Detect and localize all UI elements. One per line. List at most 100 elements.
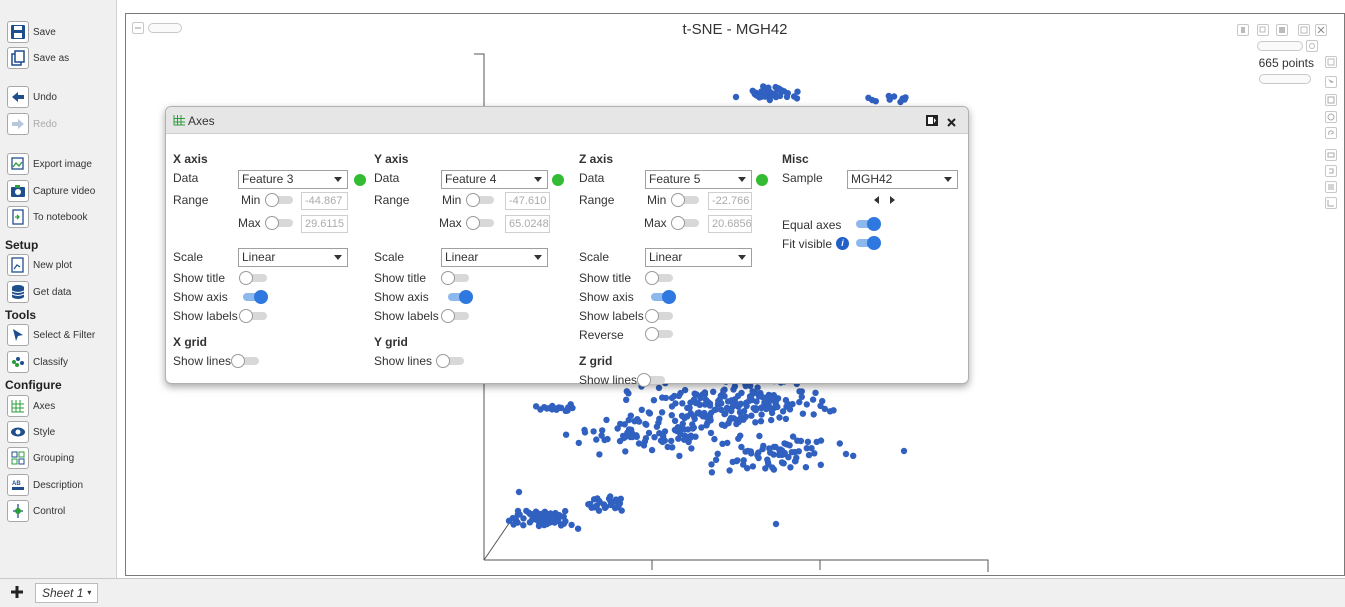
lasso-select-icon[interactable] — [1325, 127, 1337, 139]
data-point[interactable] — [802, 464, 810, 471]
data-point[interactable] — [730, 386, 737, 393]
data-point[interactable] — [659, 394, 666, 401]
data-point[interactable] — [772, 520, 780, 528]
x-min-toggle[interactable] — [265, 193, 295, 207]
data-point[interactable] — [664, 443, 671, 451]
data-point[interactable] — [748, 412, 755, 419]
axis-view-icon[interactable] — [1325, 197, 1337, 209]
equal-axes-toggle[interactable] — [852, 217, 882, 231]
data-point[interactable] — [808, 445, 815, 452]
data-point[interactable] — [781, 440, 788, 447]
data-point[interactable] — [603, 416, 610, 424]
data-point[interactable] — [557, 404, 564, 411]
axes-button[interactable]: Axes — [7, 395, 55, 417]
data-point[interactable] — [699, 413, 707, 420]
data-point[interactable] — [646, 410, 653, 417]
fit-visible-toggle[interactable] — [852, 236, 882, 250]
rectangle-select-icon[interactable] — [1325, 94, 1337, 106]
to-notebook-button[interactable]: To notebook — [7, 206, 88, 228]
data-point[interactable] — [776, 414, 783, 421]
data-point[interactable] — [791, 448, 799, 456]
data-point[interactable] — [747, 448, 754, 455]
data-point[interactable] — [762, 465, 769, 472]
reset-view-icon[interactable] — [1325, 165, 1337, 177]
z-data-select[interactable]: Feature 5 — [645, 170, 752, 189]
data-point[interactable] — [622, 448, 629, 455]
get-data-button[interactable]: Get data — [7, 281, 71, 303]
data-point[interactable] — [668, 403, 676, 410]
data-point[interactable] — [653, 423, 661, 430]
z-max-input[interactable]: 20.6856 — [708, 215, 752, 233]
data-point[interactable] — [585, 501, 592, 508]
data-point[interactable] — [737, 400, 744, 407]
data-point[interactable] — [698, 424, 705, 431]
data-point[interactable] — [885, 92, 892, 100]
capture-video-button[interactable]: Capture video — [7, 180, 95, 202]
data-point[interactable] — [677, 431, 684, 438]
data-point[interactable] — [706, 414, 714, 421]
dock-panel-icon[interactable] — [926, 115, 938, 129]
data-point[interactable] — [752, 419, 759, 426]
data-point[interactable] — [791, 458, 799, 465]
data-point[interactable] — [726, 467, 733, 474]
data-point[interactable] — [562, 507, 569, 515]
data-point[interactable] — [766, 445, 773, 452]
z-show-title-toggle[interactable] — [645, 271, 675, 285]
new-plot-button[interactable]: New plot — [7, 254, 72, 276]
data-point[interactable] — [645, 429, 653, 437]
data-point[interactable] — [549, 402, 556, 410]
data-point[interactable] — [721, 410, 728, 418]
data-point[interactable] — [742, 413, 749, 420]
data-point[interactable] — [687, 432, 695, 439]
data-point[interactable] — [710, 388, 717, 395]
data-point[interactable] — [625, 390, 632, 397]
view-icon[interactable] — [1325, 149, 1337, 161]
data-point[interactable] — [778, 459, 786, 466]
data-point[interactable] — [770, 392, 777, 399]
x-max-input[interactable]: 29.6115 — [301, 215, 348, 233]
add-sheet-button[interactable] — [10, 583, 24, 603]
data-point[interactable] — [785, 454, 792, 461]
data-point[interactable] — [617, 420, 624, 428]
x-data-select[interactable]: Feature 3 — [238, 170, 348, 189]
data-point[interactable] — [794, 437, 801, 444]
x-scale-select[interactable]: Linear — [238, 248, 348, 267]
data-point[interactable] — [872, 98, 879, 105]
data-point[interactable] — [687, 399, 694, 406]
data-point[interactable] — [749, 463, 757, 470]
data-point[interactable] — [560, 520, 568, 527]
data-point[interactable] — [850, 452, 857, 459]
y-max-toggle[interactable] — [466, 216, 496, 230]
data-point[interactable] — [761, 399, 768, 406]
sample-select[interactable]: MGH42 — [847, 170, 958, 189]
style-button[interactable]: Style — [7, 421, 55, 443]
data-point[interactable] — [719, 440, 726, 447]
data-point[interactable] — [783, 403, 790, 410]
data-point[interactable] — [777, 87, 784, 94]
document-icon[interactable] — [1276, 24, 1288, 36]
data-point[interactable] — [678, 412, 686, 419]
data-point[interactable] — [668, 394, 676, 402]
data-point[interactable] — [812, 389, 819, 396]
y-show-axis-toggle[interactable] — [444, 290, 474, 304]
data-point[interactable] — [783, 93, 791, 101]
data-point[interactable] — [681, 386, 689, 394]
data-point[interactable] — [668, 412, 675, 419]
data-point[interactable] — [744, 465, 751, 472]
z-max-toggle[interactable] — [671, 216, 701, 230]
data-point[interactable] — [556, 512, 563, 519]
data-point[interactable] — [618, 507, 625, 514]
data-point[interactable] — [809, 396, 817, 403]
data-point[interactable] — [620, 434, 627, 442]
data-point[interactable] — [688, 445, 695, 452]
y-data-select[interactable]: Feature 4 — [441, 170, 548, 189]
data-point[interactable] — [594, 495, 601, 502]
close-icon[interactable] — [947, 116, 956, 130]
select-cursor-icon[interactable] — [1325, 76, 1337, 88]
data-point[interactable] — [826, 408, 834, 415]
data-point[interactable] — [676, 452, 683, 460]
data-point[interactable] — [810, 411, 817, 418]
info-panel-icon[interactable] — [1325, 56, 1337, 68]
data-point[interactable] — [900, 447, 908, 455]
data-point[interactable] — [789, 400, 796, 408]
